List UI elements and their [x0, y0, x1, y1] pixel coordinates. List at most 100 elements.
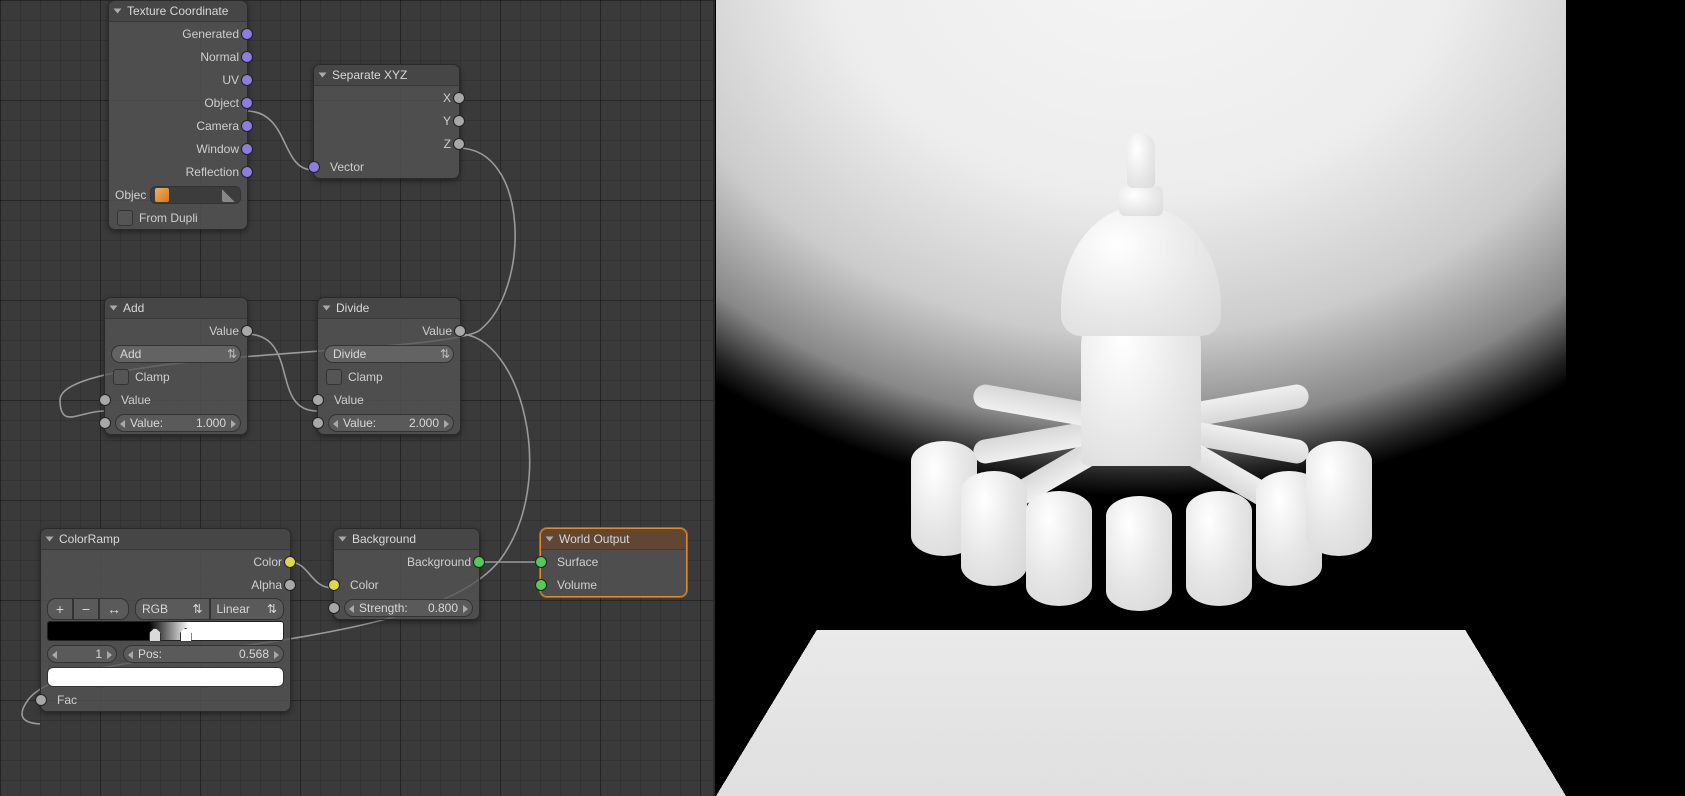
output-generated[interactable]: Generated: [109, 22, 247, 45]
socket-icon[interactable]: [473, 556, 485, 568]
node-background[interactable]: Background Background Color Strength:0.8…: [333, 528, 480, 620]
node-title: Texture Coordinate: [127, 4, 228, 18]
updown-icon: ⇅: [267, 602, 277, 616]
output-z[interactable]: Z: [314, 132, 459, 155]
colormode-select[interactable]: RGB⇅: [135, 598, 210, 620]
node-header[interactable]: World Output: [541, 529, 686, 550]
socket-icon[interactable]: [241, 28, 253, 40]
output-value[interactable]: Value: [105, 319, 247, 342]
output-window[interactable]: Window: [109, 137, 247, 160]
remove-stop-button[interactable]: −: [73, 598, 99, 620]
node-world-output[interactable]: World Output Surface Volume: [540, 528, 687, 597]
node-separate-xyz[interactable]: Separate XYZ X Y Z Vector: [313, 64, 460, 179]
eyedropper-icon: [222, 188, 236, 202]
output-value[interactable]: Value: [318, 319, 460, 342]
ramp-stop[interactable]: [180, 628, 192, 642]
input-value-2[interactable]: Value:2.000: [318, 411, 460, 434]
stop-color[interactable]: [41, 665, 290, 688]
socket-icon[interactable]: [241, 74, 253, 86]
checkbox-icon[interactable]: [326, 369, 342, 385]
node-math-divide[interactable]: Divide Value Divide⇅ Clamp Value Value:2…: [317, 297, 461, 435]
socket-icon[interactable]: [241, 166, 253, 178]
updown-icon: ⇅: [440, 347, 450, 361]
socket-icon[interactable]: [328, 579, 340, 591]
clamp-row[interactable]: Clamp: [318, 365, 460, 388]
render-image: [716, 0, 1566, 796]
socket-icon[interactable]: [241, 325, 253, 337]
socket-icon[interactable]: [453, 92, 465, 104]
interp-select[interactable]: Linear⇅: [210, 598, 285, 620]
object-field[interactable]: [150, 186, 241, 204]
socket-icon[interactable]: [454, 325, 466, 337]
socket-icon[interactable]: [308, 161, 320, 173]
node-header[interactable]: Add: [105, 298, 247, 319]
socket-icon[interactable]: [241, 97, 253, 109]
add-stop-button[interactable]: +: [47, 598, 73, 620]
input-fac[interactable]: Fac: [41, 688, 290, 711]
object-label: Objec: [115, 188, 146, 202]
socket-icon[interactable]: [535, 579, 547, 591]
render-model: [891, 106, 1391, 666]
flip-button[interactable]: ↔: [99, 598, 129, 620]
operation-select[interactable]: Divide⇅: [318, 342, 460, 365]
output-y[interactable]: Y: [314, 109, 459, 132]
socket-icon[interactable]: [312, 394, 324, 406]
node-header[interactable]: Background: [334, 529, 479, 550]
input-vector[interactable]: Vector: [314, 155, 459, 178]
socket-icon[interactable]: [284, 556, 296, 568]
socket-icon[interactable]: [241, 143, 253, 155]
socket-icon[interactable]: [284, 579, 296, 591]
node-math-add[interactable]: Add Value Add⇅ Clamp Value Value:1.000: [104, 297, 248, 435]
node-title: Background: [352, 532, 416, 546]
node-title: Add: [123, 301, 144, 315]
socket-icon[interactable]: [453, 115, 465, 127]
panel-divider[interactable]: [713, 0, 715, 796]
socket-icon[interactable]: [99, 417, 111, 429]
node-header[interactable]: Texture Coordinate: [109, 1, 247, 22]
input-strength[interactable]: Strength:0.800: [334, 596, 479, 619]
socket-icon[interactable]: [453, 138, 465, 150]
output-x[interactable]: X: [314, 86, 459, 109]
socket-icon[interactable]: [328, 602, 340, 614]
socket-icon[interactable]: [535, 556, 547, 568]
output-alpha[interactable]: Alpha: [41, 573, 290, 596]
node-colorramp[interactable]: ColorRamp Color Alpha + − ↔ RGB⇅ Linear⇅…: [40, 528, 291, 712]
render-viewport[interactable]: [716, 0, 1685, 796]
operation-select[interactable]: Add⇅: [105, 342, 247, 365]
from-dupli-row[interactable]: From Dupli: [109, 206, 247, 229]
node-texture-coordinate[interactable]: Texture Coordinate Generated Normal UV O…: [108, 0, 248, 230]
output-color[interactable]: Color: [41, 550, 290, 573]
input-surface[interactable]: Surface: [541, 550, 686, 573]
input-color[interactable]: Color: [334, 573, 479, 596]
stop-position[interactable]: Pos:0.568: [123, 645, 284, 663]
node-header[interactable]: Divide: [318, 298, 460, 319]
input-volume[interactable]: Volume: [541, 573, 686, 596]
checkbox-icon[interactable]: [113, 369, 129, 385]
node-editor[interactable]: Texture Coordinate Generated Normal UV O…: [0, 0, 715, 796]
socket-icon[interactable]: [99, 394, 111, 406]
node-header[interactable]: Separate XYZ: [314, 65, 459, 86]
socket-icon[interactable]: [241, 120, 253, 132]
object-picker-row: Objec: [109, 183, 247, 206]
input-value-1[interactable]: Value: [318, 388, 460, 411]
node-header[interactable]: ColorRamp: [41, 529, 290, 550]
input-value-2[interactable]: Value:1.000: [105, 411, 247, 434]
ramp-stop[interactable]: [149, 628, 161, 642]
clamp-row[interactable]: Clamp: [105, 365, 247, 388]
socket-icon[interactable]: [241, 51, 253, 63]
node-title: Separate XYZ: [332, 68, 407, 82]
output-uv[interactable]: UV: [109, 68, 247, 91]
stop-index[interactable]: 1: [47, 645, 117, 663]
updown-icon: ⇅: [192, 602, 202, 616]
ramp-gradient[interactable]: [41, 619, 290, 642]
checkbox-icon[interactable]: [117, 210, 133, 226]
output-object[interactable]: Object: [109, 91, 247, 114]
input-value-1[interactable]: Value: [105, 388, 247, 411]
output-camera[interactable]: Camera: [109, 114, 247, 137]
socket-icon[interactable]: [35, 694, 47, 706]
output-normal[interactable]: Normal: [109, 45, 247, 68]
stop-controls: 1 Pos:0.568: [41, 642, 290, 665]
socket-icon[interactable]: [312, 417, 324, 429]
output-background[interactable]: Background: [334, 550, 479, 573]
output-reflection[interactable]: Reflection: [109, 160, 247, 183]
